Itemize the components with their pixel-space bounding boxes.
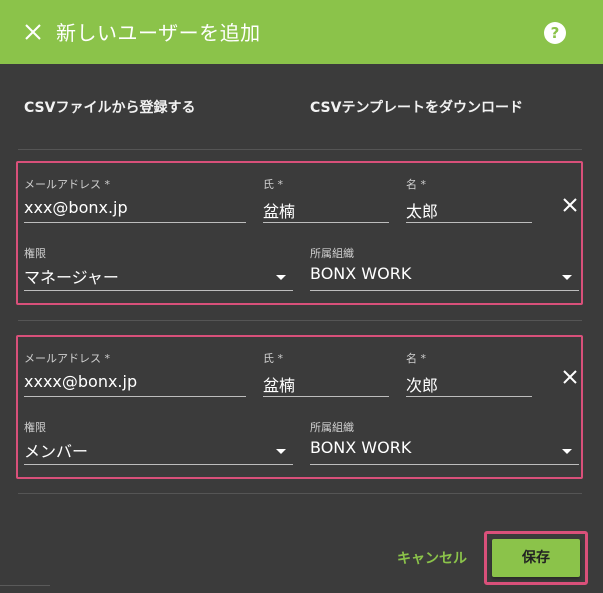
- role-underline: [24, 290, 293, 291]
- org-select[interactable]: BONX WORK: [310, 264, 411, 283]
- email-input[interactable]: xxx@bonx.jp: [24, 198, 128, 217]
- last-name-input[interactable]: 盆楠: [263, 372, 295, 396]
- first-name-label: 名 *: [406, 178, 426, 191]
- save-button-highlight: 保存: [484, 531, 588, 585]
- chevron-down-icon[interactable]: [562, 275, 572, 280]
- last-name-underline: [263, 396, 389, 397]
- remove-row-icon[interactable]: [562, 197, 578, 213]
- save-button[interactable]: 保存: [492, 539, 580, 577]
- chevron-down-icon[interactable]: [276, 275, 286, 280]
- divider: [18, 493, 582, 494]
- org-select[interactable]: BONX WORK: [310, 438, 411, 457]
- email-underline: [24, 396, 246, 397]
- divider: [18, 149, 582, 150]
- close-icon[interactable]: [22, 21, 44, 43]
- role-label: 権限: [24, 247, 46, 260]
- email-label: メールアドレス *: [24, 352, 110, 365]
- org-label: 所属組織: [310, 247, 354, 260]
- first-name-underline: [406, 396, 532, 397]
- divider: [18, 320, 582, 321]
- first-name-label: 名 *: [406, 352, 426, 365]
- first-name-input[interactable]: 太郎: [406, 198, 438, 222]
- email-label: メールアドレス *: [24, 178, 110, 191]
- dialog-title: 新しいユーザーを追加: [56, 21, 261, 45]
- help-icon[interactable]: ?: [544, 22, 566, 44]
- last-name-input[interactable]: 盆楠: [263, 198, 295, 222]
- first-name-input[interactable]: 次郎: [406, 372, 438, 396]
- org-underline: [310, 290, 579, 291]
- chevron-down-icon[interactable]: [562, 449, 572, 454]
- divider: [0, 585, 50, 586]
- first-name-underline: [406, 222, 532, 223]
- last-name-label: 氏 *: [263, 178, 283, 191]
- org-label: 所属組織: [310, 421, 354, 434]
- role-select[interactable]: メンバー: [24, 438, 88, 462]
- role-select[interactable]: マネージャー: [24, 264, 119, 288]
- chevron-down-icon[interactable]: [276, 449, 286, 454]
- user-entry-row-2: メールアドレス * xxxx@bonx.jp 氏 * 盆楠 名 * 次郎 権限 …: [16, 335, 583, 479]
- last-name-underline: [263, 222, 389, 223]
- user-entry-row-1: メールアドレス * xxx@bonx.jp 氏 * 盆楠 名 * 太郎 権限 マ…: [16, 161, 583, 305]
- remove-row-icon[interactable]: [562, 369, 578, 385]
- csv-template-download-link[interactable]: CSVテンプレートをダウンロード: [310, 97, 523, 117]
- last-name-label: 氏 *: [263, 352, 283, 365]
- org-underline: [310, 464, 579, 465]
- csv-upload-link[interactable]: CSVファイルから登録する: [24, 97, 195, 117]
- email-input[interactable]: xxxx@bonx.jp: [24, 372, 137, 391]
- role-underline: [24, 464, 293, 465]
- role-label: 権限: [24, 421, 46, 434]
- dialog-header: 新しいユーザーを追加 ?: [0, 0, 603, 64]
- cancel-button[interactable]: キャンセル: [397, 548, 467, 568]
- email-underline: [24, 222, 246, 223]
